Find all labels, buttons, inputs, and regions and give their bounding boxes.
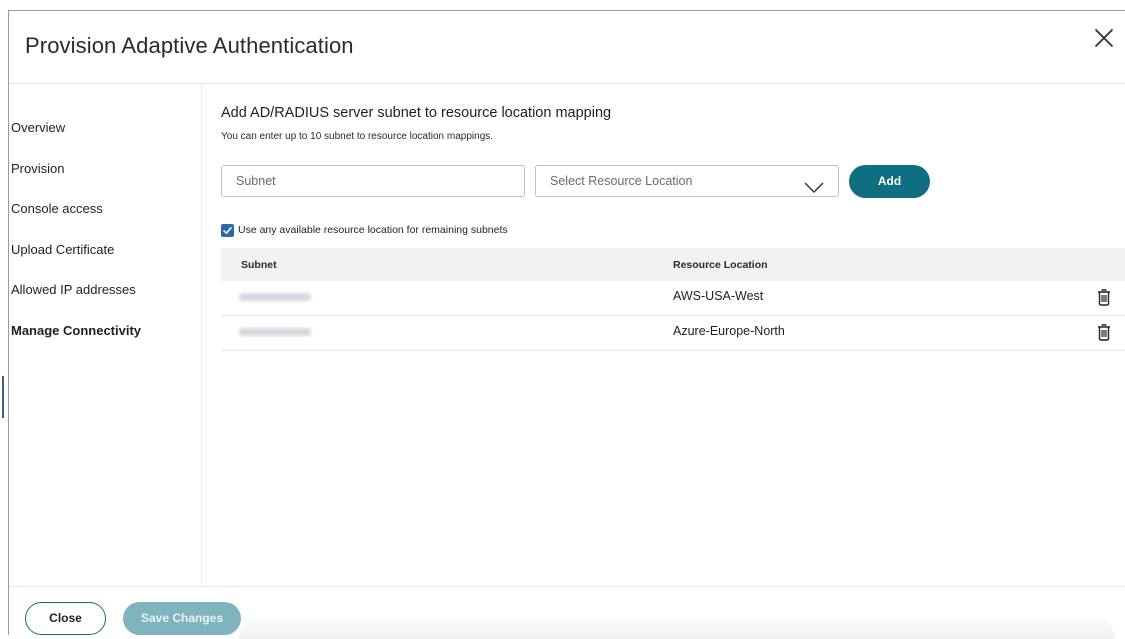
- checkmark-icon: [223, 226, 232, 234]
- subnet-value-redacted: [239, 328, 311, 336]
- subnet-value-redacted: [239, 293, 311, 301]
- chevron-down-icon: [804, 175, 824, 193]
- dialog: Provision Adaptive Authentication Overvi…: [2, 10, 1125, 639]
- section-title: Add AD/RADIUS server subnet to resource …: [221, 105, 612, 121]
- sidebar-item-upload-certificate[interactable]: Upload Certificate: [11, 242, 114, 257]
- sidebar-item-console-access[interactable]: Console access: [11, 201, 103, 216]
- main-content: Add AD/RADIUS server subnet to resource …: [221, 84, 1125, 586]
- subnet-input[interactable]: Subnet: [221, 165, 525, 197]
- sidebar-item-overview[interactable]: Overview: [11, 120, 65, 135]
- footer-shadow: [239, 613, 1115, 639]
- close-icon[interactable]: [1093, 27, 1115, 49]
- mapping-table: Subnet Resource Location AWS-USA-West Az…: [221, 248, 1125, 351]
- dialog-title: Provision Adaptive Authentication: [25, 33, 354, 58]
- close-button[interactable]: Close: [25, 602, 106, 635]
- column-header-resource-location: Resource Location: [673, 259, 768, 271]
- sidebar-item-provision[interactable]: Provision: [11, 161, 64, 176]
- resource-location-select[interactable]: Select Resource Location: [535, 165, 839, 197]
- sidebar-nav: Overview Provision Console access Upload…: [2, 84, 202, 586]
- resource-location-value: AWS-USA-West: [673, 289, 764, 303]
- sidebar-item-manage-connectivity[interactable]: Manage Connectivity: [11, 323, 141, 338]
- table-row: AWS-USA-West: [221, 281, 1125, 316]
- section-subtitle: You can enter up to 10 subnet to resourc…: [221, 131, 494, 142]
- trash-icon[interactable]: [1097, 288, 1111, 306]
- trash-icon[interactable]: [1097, 323, 1111, 341]
- resource-location-select-value: Select Resource Location: [550, 174, 693, 188]
- save-changes-button[interactable]: Save Changes: [123, 602, 241, 635]
- dialog-footer: Close Save Changes: [9, 586, 1125, 639]
- table-header: Subnet Resource Location: [221, 248, 1125, 281]
- active-indicator: [2, 376, 4, 418]
- remaining-subnets-option: Use any available resource location for …: [221, 222, 508, 238]
- add-button[interactable]: Add: [849, 165, 930, 198]
- resource-location-value: Azure-Europe-North: [673, 324, 785, 338]
- sidebar-item-allowed-ip-addresses[interactable]: Allowed IP addresses: [11, 282, 136, 297]
- column-header-subnet: Subnet: [241, 259, 277, 271]
- remaining-subnets-label: Use any available resource location for …: [238, 224, 508, 236]
- table-row: Azure-Europe-North: [221, 316, 1125, 351]
- remaining-subnets-checkbox[interactable]: [221, 223, 234, 237]
- dialog-header: Provision Adaptive Authentication: [9, 11, 1125, 84]
